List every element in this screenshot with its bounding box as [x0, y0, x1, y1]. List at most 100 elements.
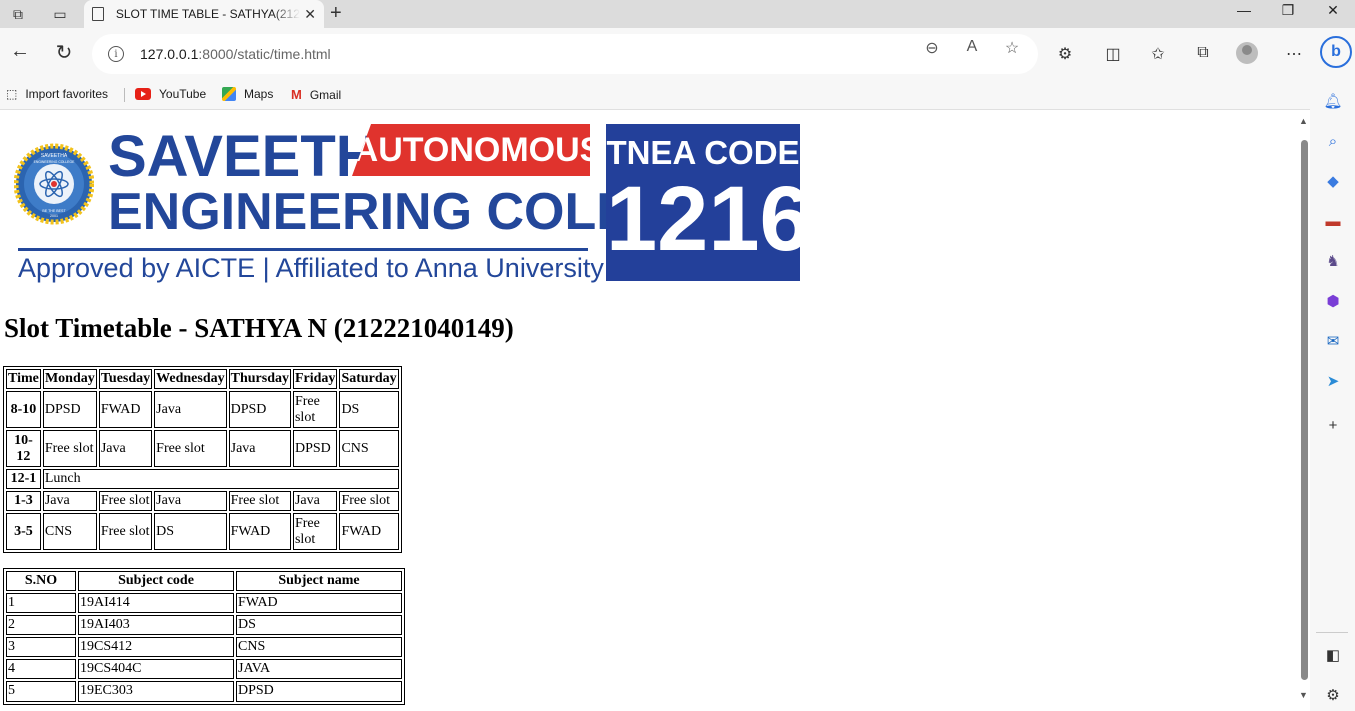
table-cell: DS — [236, 615, 402, 636]
table-cell: Java — [228, 430, 291, 468]
table-cell: 3 — [6, 637, 76, 658]
outlook-icon[interactable]: ✉ — [1322, 330, 1344, 352]
restore-button[interactable]: ❐ — [1266, 2, 1310, 19]
read-aloud-icon[interactable]: A — [960, 38, 984, 56]
table-cell: DPSD — [292, 430, 338, 468]
browser-toolbar: ← ↻ i 127.0.0.1:8000/static/time.html ⊖ … — [0, 28, 1355, 80]
tnea-code-box: TNEA CODE 1216 — [606, 124, 811, 281]
new-tab-button[interactable]: + — [330, 2, 342, 25]
table-cell: DS — [339, 391, 399, 429]
split-screen-icon[interactable]: ◫ — [1099, 44, 1127, 64]
table-row: 5 19EC303 DPSD — [6, 681, 402, 702]
table-cell: Free slot — [98, 513, 153, 551]
table-row: 3-5 CNS Free slot DS FWAD Free slot FWAD — [6, 513, 399, 551]
row-time: 10-12 — [6, 430, 41, 468]
office-icon[interactable]: ⬢ — [1322, 290, 1344, 312]
bell-icon[interactable]: 🔔︎ — [1322, 90, 1344, 112]
subject-table: S.NO Subject code Subject name 1 19AI414… — [3, 568, 405, 705]
close-window-button[interactable]: ✕ — [1311, 2, 1355, 19]
seal-text-mid: ENGINEERING COLLEGE — [34, 160, 75, 164]
row-time: 3-5 — [6, 513, 41, 551]
scrollbar-thumb[interactable] — [1301, 140, 1308, 680]
tag-icon[interactable]: ◆ — [1322, 170, 1344, 192]
maps-icon — [222, 87, 236, 101]
more-menu-icon[interactable]: ⋯ — [1280, 44, 1308, 64]
scroll-down-icon[interactable]: ▼ — [1299, 690, 1308, 700]
banner-tagline: Approved by AICTE | Affiliated to Anna U… — [18, 253, 604, 283]
table-cell: 19EC303 — [78, 681, 234, 702]
table-cell: Java — [98, 430, 153, 468]
table-cell: Free slot — [292, 513, 338, 551]
page-scrollbar[interactable]: ▲ ▼ — [1298, 116, 1310, 700]
favorites-bar: ⬚ Import favorites YouTube Maps M Gmail — [0, 80, 1310, 110]
header-sno: S.NO — [6, 571, 76, 592]
tnea-label: TNEA CODE — [606, 134, 800, 171]
table-cell: 19CS404C — [78, 659, 234, 680]
send-icon[interactable]: ➤ — [1322, 370, 1344, 392]
sidebar-divider — [1316, 632, 1348, 633]
games-icon[interactable]: ♞ — [1322, 250, 1344, 272]
table-cell: 4 — [6, 659, 76, 680]
timetable-header-row: Time Monday Tuesday Wednesday Thursday F… — [6, 369, 399, 390]
table-cell: Free slot — [228, 491, 291, 512]
header-saturday: Saturday — [339, 369, 399, 390]
favorite-youtube[interactable]: YouTube — [135, 87, 206, 101]
page-title: Slot Timetable - SATHYA N (212221040149) — [4, 313, 514, 343]
workspaces-icon[interactable]: ⧉ — [6, 3, 30, 25]
profile-avatar[interactable] — [1236, 42, 1258, 64]
lunch-cell: Lunch — [42, 469, 399, 490]
table-row: 3 19CS412 CNS — [6, 637, 402, 658]
scroll-up-icon[interactable]: ▲ — [1299, 116, 1308, 126]
settings-gear-icon[interactable]: ⚙ — [1322, 684, 1344, 706]
banner-rule — [18, 248, 588, 251]
table-cell: Free slot — [339, 491, 399, 512]
import-icon: ⬚ — [6, 87, 18, 101]
toolbox-icon[interactable]: ▬ — [1322, 210, 1344, 232]
header-time: Time — [6, 369, 41, 390]
table-cell: FWAD — [339, 513, 399, 551]
favorite-maps[interactable]: Maps — [222, 87, 273, 101]
favorite-star-icon[interactable]: ☆ — [1000, 38, 1024, 58]
minimize-button[interactable]: — — [1222, 2, 1266, 18]
tab-active[interactable]: SLOT TIME TABLE - SATHYA(212221040149) ✕ — [84, 0, 324, 28]
seal-text-top: SAVEETHA — [41, 153, 68, 159]
seal-text-bottom: BE THE BEST — [42, 209, 66, 213]
table-cell: Free slot — [98, 491, 153, 512]
add-icon[interactable]: + — [1322, 414, 1344, 436]
site-info-icon[interactable]: i — [108, 46, 124, 62]
sidebar-toggle-icon[interactable]: ◧ — [1322, 644, 1344, 666]
address-bar[interactable]: i 127.0.0.1:8000/static/time.html — [92, 34, 1038, 74]
table-cell: JAVA — [236, 659, 402, 680]
tab-title: SLOT TIME TABLE - SATHYA(212221040149) — [115, 7, 300, 21]
table-cell: Java — [292, 491, 338, 512]
favorites-icon[interactable]: ✩ — [1144, 44, 1172, 64]
table-cell: 1 — [6, 593, 76, 614]
table-cell: DPSD — [236, 681, 402, 702]
table-cell: CNS — [236, 637, 402, 658]
url-text[interactable]: 127.0.0.1:8000/static/time.html — [140, 46, 331, 62]
extensions-icon[interactable]: ⚙ — [1051, 44, 1079, 64]
table-cell: DS — [154, 513, 227, 551]
search-icon[interactable]: ⌕ — [1322, 130, 1344, 152]
header-friday: Friday — [292, 369, 338, 390]
college-banner: SAVEETHA ENGINEERING COLLEGE BE THE BEST… — [14, 124, 811, 284]
copilot-icon[interactable]: b — [1320, 36, 1352, 68]
header-subject-name: Subject name — [236, 571, 402, 592]
refresh-icon[interactable]: ↻ — [49, 40, 79, 65]
table-cell: CNS — [339, 430, 399, 468]
table-cell: FWAD — [98, 391, 153, 429]
header-tuesday: Tuesday — [98, 369, 153, 390]
table-cell: DPSD — [42, 391, 97, 429]
header-monday: Monday — [42, 369, 97, 390]
collections-icon[interactable]: ⧉ — [1189, 44, 1217, 62]
tab-bar: ⧉ ▭ SLOT TIME TABLE - SATHYA(21222104014… — [0, 0, 1355, 28]
vertical-tabs-icon[interactable]: ▭ — [48, 3, 72, 25]
page-viewport: SAVEETHA ENGINEERING COLLEGE BE THE BEST… — [0, 111, 1310, 711]
table-cell: Java — [154, 491, 227, 512]
favorite-gmail[interactable]: M Gmail — [291, 87, 341, 102]
favorite-import[interactable]: ⬚ Import favorites — [6, 87, 108, 101]
zoom-out-icon[interactable]: ⊖ — [920, 38, 944, 58]
table-row: 1-3 Java Free slot Java Free slot Java F… — [6, 491, 399, 512]
tab-close-icon[interactable]: ✕ — [304, 6, 316, 23]
back-arrow-icon[interactable]: ← — [5, 40, 35, 63]
